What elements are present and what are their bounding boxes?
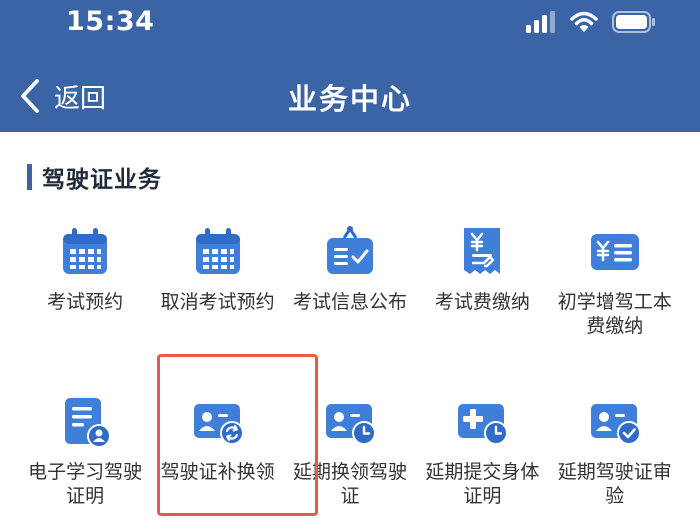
- service-label: 考试费缴纳: [434, 291, 530, 313]
- service-delay-license-renewal[interactable]: 延期换领驾驶证: [284, 390, 416, 530]
- page-title: 业务中心: [287, 82, 412, 116]
- service-label: 驾驶证补换领: [160, 461, 275, 483]
- service-delay-medical-cert[interactable]: 延期提交身体证明: [416, 390, 548, 530]
- section-title-text: 驾驶证业务: [42, 167, 162, 193]
- section-accent-bar: [27, 164, 32, 190]
- service-label: 延期换领驾驶证: [292, 461, 407, 507]
- service-learner-fee[interactable]: 初学增驾工本费缴纳: [549, 220, 681, 390]
- service-label: 考试预约: [47, 291, 124, 313]
- service-exam-info[interactable]: 考试信息公布: [284, 220, 416, 390]
- header: 15:34 返回 业务中心: [0, 0, 700, 132]
- yuan-card-icon: [590, 234, 639, 270]
- status-time: 15:34: [66, 6, 155, 37]
- medical-clock-icon: [458, 404, 509, 445]
- service-e-learning-cert[interactable]: 电子学习驾驶证明: [19, 390, 151, 530]
- section-title: 驾驶证业务: [27, 162, 162, 193]
- service-label: 初学增驾工本费缴纳: [557, 291, 672, 337]
- service-cancel-booking[interactable]: 取消考试预约: [151, 220, 283, 390]
- service-exam-fee[interactable]: 考试费缴纳: [416, 220, 548, 390]
- service-exam-booking[interactable]: 考试预约: [19, 220, 151, 390]
- calendar-icon: [63, 228, 108, 274]
- service-label: 考试信息公布: [292, 291, 407, 313]
- calendar-icon: [195, 228, 240, 274]
- service-delay-license-review[interactable]: 延期驾驶证审验: [549, 390, 681, 530]
- notice-board-icon: [326, 226, 373, 274]
- wifi-icon: [570, 11, 598, 32]
- service-label: 延期提交身体证明: [425, 461, 540, 507]
- signal-icon: [526, 11, 555, 33]
- service-label: 取消考试预约: [160, 291, 275, 313]
- status-icons: [526, 11, 656, 33]
- service-license-replace[interactable]: 驾驶证补换领: [151, 390, 283, 530]
- service-label: 延期驾驶证审验: [557, 461, 672, 507]
- license-refresh-icon: [193, 404, 244, 445]
- license-check-icon: [590, 404, 641, 445]
- battery-icon: [612, 11, 655, 33]
- service-grid: 考试预约 取消考试预约 考试信息公布 考试费缴纳 初学增驾工本费缴纳 电子学习驾…: [19, 220, 681, 530]
- license-clock-icon: [325, 404, 376, 445]
- receipt-yuan-icon: [464, 228, 501, 274]
- document-user-icon: [65, 398, 112, 448]
- service-label: 电子学习驾驶证明: [28, 461, 143, 507]
